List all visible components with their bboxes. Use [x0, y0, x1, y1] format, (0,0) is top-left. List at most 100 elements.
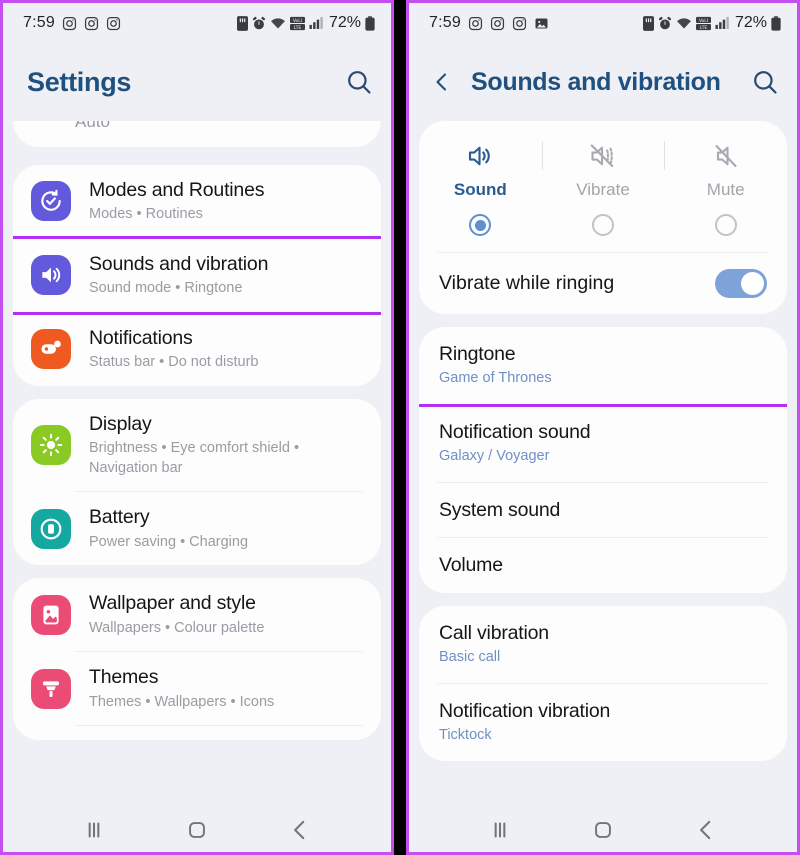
nav-bar-right	[409, 808, 797, 852]
vibrate-icon	[588, 141, 618, 171]
instagram-icon	[106, 16, 121, 31]
signal-icon	[715, 16, 729, 30]
vibrate-while-ringing-toggle[interactable]	[715, 269, 767, 298]
setting-row-ringtone[interactable]: Ringtone Game of Thrones	[419, 327, 787, 407]
sound-mode-label: Mute	[706, 180, 745, 199]
status-bar-left-icons: 7:59	[429, 14, 549, 32]
setting-row-notification-vibration[interactable]: Notification vibration Ticktock	[419, 684, 787, 761]
sound-on-icon	[465, 141, 495, 171]
sidebar-item-notifications[interactable]: Notifications Status bar • Do not distur…	[13, 313, 381, 386]
item-subtitle: Game of Thrones	[439, 370, 552, 387]
status-time: 7:59	[429, 14, 461, 31]
item-title: Ringtone	[439, 343, 516, 365]
right-header: Sounds and vibration	[409, 43, 797, 121]
sidebar-item-wallpaper-and-style[interactable]: Wallpaper and style Wallpapers • Colour …	[13, 578, 381, 651]
instagram-icon	[490, 16, 505, 31]
item-title: Notification sound	[439, 420, 591, 443]
recents-icon[interactable]	[487, 817, 513, 843]
nav-bar-left	[3, 808, 391, 852]
page-title: Sounds and vibration	[471, 67, 721, 96]
volte-icon: VoLI LTE	[289, 16, 305, 31]
sound-mode-card: Sound Vibrate Mute Vibrate while ringing	[419, 121, 787, 314]
vibrate-while-ringing-label: Vibrate while ringing	[439, 272, 615, 294]
item-title: Volume	[439, 554, 503, 577]
setting-row-call-vibration[interactable]: Call vibration Basic call	[419, 606, 787, 683]
right-settings-list[interactable]: Sound Vibrate Mute Vibrate while ringing…	[409, 121, 797, 852]
partial-card-above[interactable]: Auto	[13, 121, 381, 147]
recents-icon[interactable]	[81, 817, 107, 843]
notifications-icon	[31, 329, 71, 370]
item-title: Call vibration	[439, 621, 549, 644]
battery-percent: 72%	[328, 14, 361, 31]
left-header: Settings	[3, 43, 391, 121]
search-icon[interactable]	[345, 68, 373, 96]
radio-cell-mute[interactable]	[664, 214, 787, 236]
item-subtitle: Themes • Wallpapers • Icons	[89, 693, 275, 710]
item-title: Themes	[89, 666, 159, 689]
item-title: Notification vibration	[439, 699, 611, 722]
status-bar-right-icons: VoLI LTE 72%	[642, 14, 781, 32]
partial-card-label: Auto	[75, 121, 110, 131]
instagram-icon	[84, 16, 99, 31]
gallery-icon	[534, 16, 549, 31]
battery-icon	[771, 15, 781, 31]
settings-group-3: Wallpaper and style Wallpapers • Colour …	[13, 578, 381, 741]
search-icon[interactable]	[751, 68, 779, 96]
battery-settings-icon	[31, 508, 71, 549]
status-bar-right: 7:59 VoLI LTE 72%	[409, 3, 797, 43]
dual-screenshot: 7:59 VoLI LTE 72% Settings Auto Modes an…	[0, 0, 800, 855]
radio-mute[interactable]	[714, 214, 737, 236]
home-icon[interactable]	[590, 817, 616, 843]
item-title: Modes and Routines	[89, 179, 265, 201]
sidebar-item-sounds-and-vibration[interactable]: Sounds and vibration Sound mode • Ringto…	[13, 235, 381, 315]
item-subtitle: Modes • Routines	[89, 206, 203, 223]
battery-icon	[365, 15, 375, 31]
volte-icon: VoLI LTE	[695, 16, 711, 31]
back-icon[interactable]	[693, 817, 719, 843]
sidebar-item-modes-and-routines[interactable]: Modes and Routines Modes • Routines	[13, 165, 381, 238]
svg-text:LTE: LTE	[294, 25, 302, 31]
status-bar-left-icons: 7:59	[23, 14, 121, 32]
signal-icon	[309, 16, 323, 30]
sidebar-item-themes[interactable]: Themes Themes • Wallpapers • Icons	[13, 652, 381, 725]
sound-mode-options: Sound Vibrate Mute	[419, 135, 787, 200]
setting-row-system-sound[interactable]: System sound	[419, 483, 787, 537]
sd-card-icon	[642, 15, 654, 31]
wallpaper-icon	[31, 594, 71, 635]
back-icon[interactable]	[287, 817, 313, 843]
sidebar-item-battery[interactable]: Battery Power saving • Charging	[13, 492, 381, 565]
wifi-icon	[270, 16, 286, 30]
battery-percent: 72%	[734, 14, 767, 31]
back-chevron-icon[interactable]	[427, 70, 457, 94]
settings-group-2: Display Brightness • Eye comfort shield …	[13, 398, 381, 566]
left-settings-list[interactable]: Auto Modes and Routines Modes • Routines	[3, 121, 391, 852]
radio-cell-sound[interactable]	[419, 214, 542, 236]
sidebar-item-display[interactable]: Display Brightness • Eye comfort shield …	[13, 399, 381, 492]
item-subtitle: Ticktock	[439, 726, 492, 743]
item-subtitle: Wallpapers • Colour palette	[89, 619, 265, 636]
svg-text:VoLI: VoLI	[293, 18, 302, 24]
modes-routines-icon	[31, 181, 71, 222]
sound-mode-radios	[419, 200, 787, 252]
status-bar-left: 7:59 VoLI LTE 72%	[3, 3, 391, 43]
wifi-icon	[676, 16, 692, 30]
item-title: System sound	[439, 498, 561, 521]
setting-row-notification-sound[interactable]: Notification sound Galaxy / Voyager	[419, 405, 787, 482]
sound-settings-group: Ringtone Game of Thrones Notification so…	[419, 327, 787, 593]
sound-mode-option-mute[interactable]: Mute	[664, 135, 787, 200]
instagram-icon	[62, 16, 77, 31]
radio-cell-vibrate[interactable]	[542, 214, 665, 236]
setting-row-volume[interactable]: Volume	[419, 538, 787, 592]
radio-sound[interactable]	[469, 214, 492, 236]
sound-mode-option-sound[interactable]: Sound	[419, 135, 542, 200]
vibration-settings-group: Call vibration Basic call Notification v…	[419, 605, 787, 761]
alarm-icon	[252, 16, 266, 31]
radio-vibrate[interactable]	[592, 214, 614, 236]
sound-mode-label: Vibrate	[576, 180, 630, 199]
vibrate-while-ringing-row[interactable]: Vibrate while ringing	[419, 253, 787, 314]
item-title: Notifications	[89, 326, 193, 349]
alarm-icon	[658, 16, 672, 31]
sound-mode-option-vibrate[interactable]: Vibrate	[541, 135, 665, 200]
home-icon[interactable]	[184, 817, 210, 843]
item-subtitle: Sound mode • Ringtone	[89, 280, 243, 297]
